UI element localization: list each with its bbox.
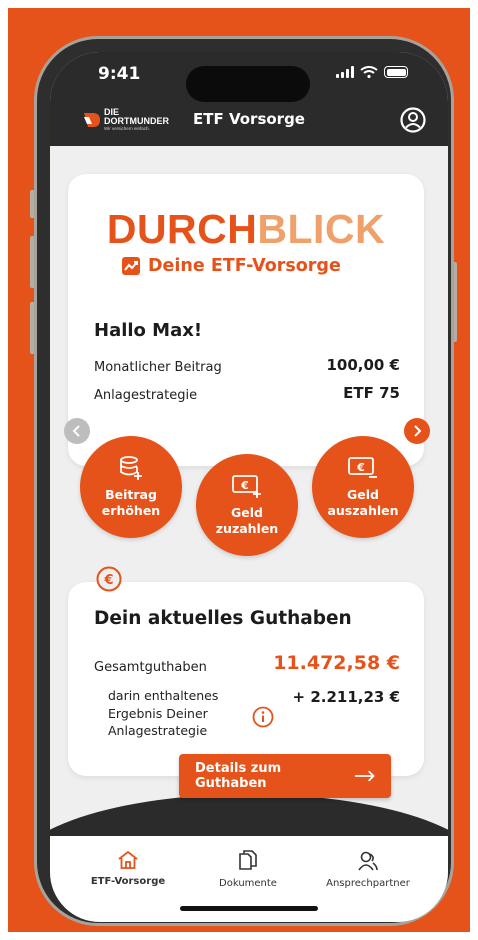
info-icon[interactable] xyxy=(252,706,274,728)
monthly-contribution-value: 100,00 € xyxy=(326,356,400,374)
euro-card-minus-icon: € xyxy=(348,456,377,478)
brand-title-part1: DURCH xyxy=(106,206,258,252)
svg-text:€: € xyxy=(240,479,249,492)
dynamic-island xyxy=(186,66,310,102)
brand-title: DURCHBLICK xyxy=(68,206,424,253)
database-plus-icon xyxy=(120,455,142,480)
tab-ansprechpartner[interactable]: Ansprechpartner xyxy=(308,850,428,889)
documents-icon xyxy=(239,850,257,870)
chevron-right-icon xyxy=(414,425,422,437)
withdraw-money-line1: Geld xyxy=(347,486,379,502)
status-time: 9:41 xyxy=(98,64,141,84)
svg-text:€: € xyxy=(356,461,365,474)
app-header: 9:41 DIE DORTMUNDER Wir versichern einfa… xyxy=(50,52,448,146)
brand-subtitle: Deine ETF-Vorsorge xyxy=(122,256,341,276)
balance-title: Dein aktuelles Guthaben xyxy=(94,608,352,629)
strategy-result-label-line2: Ergebnis Deiner xyxy=(108,705,208,721)
total-balance-value: 11.472,58 € xyxy=(273,652,400,674)
overview-card: DURCHBLICK Deine ETF-Vorsorge Hallo Max!… xyxy=(68,174,424,466)
chart-trend-icon xyxy=(122,257,140,275)
brand-title-part2: BLICK xyxy=(257,206,386,252)
withdraw-money-line2: auszahlen xyxy=(327,503,399,518)
user-circle-icon[interactable] xyxy=(400,107,426,133)
brand-subtitle-text: Deine ETF-Vorsorge xyxy=(148,256,341,276)
status-icons xyxy=(336,66,408,78)
strategy-result-value: + 2.211,23 € xyxy=(292,688,400,706)
home-indicator xyxy=(180,906,318,911)
balance-details-button[interactable]: Details zum Guthaben xyxy=(179,754,391,798)
svg-text:€: € xyxy=(103,573,113,588)
phone-screen: 9:41 DIE DORTMUNDER Wir versichern einfa… xyxy=(50,52,448,922)
deposit-money-button[interactable]: € Geld zuzahlen xyxy=(196,454,298,556)
arrow-right-icon xyxy=(354,770,375,782)
carousel-next-button[interactable] xyxy=(404,418,430,444)
page-title: ETF Vorsorge xyxy=(193,110,305,128)
tab-dokumente-label: Dokumente xyxy=(219,878,277,889)
greeting: Hallo Max! xyxy=(94,320,203,341)
increase-contribution-line1: Beitrag xyxy=(105,486,157,502)
home-icon xyxy=(118,850,138,869)
balance-card: Dein aktuelles Guthaben Gesamtguthaben 1… xyxy=(68,582,424,776)
wifi-icon xyxy=(360,66,378,78)
strategy-result-label: darin enthaltenes Ergebnis Deiner Anlage… xyxy=(108,687,218,740)
total-balance-label: Gesamtguthaben xyxy=(94,660,207,675)
strategy-result-label-line3: Anlagestrategie xyxy=(108,723,208,738)
tab-etf-vorsorge[interactable]: ETF-Vorsorge xyxy=(68,850,188,887)
tab-ansprechpartner-label: Ansprechpartner xyxy=(326,878,410,889)
monthly-contribution-label: Monatlicher Beitrag xyxy=(94,360,222,375)
carousel-prev-button[interactable] xyxy=(64,418,90,444)
deposit-money-line2: zuzahlen xyxy=(215,521,279,536)
contact-person-icon xyxy=(358,851,378,871)
increase-contribution-button[interactable]: Beitrag erhöhen xyxy=(80,436,182,538)
balance-details-label: Details zum Guthaben xyxy=(195,761,282,791)
deposit-money-line1: Geld xyxy=(231,504,263,520)
strategy-label: Anlagestrategie xyxy=(94,388,198,403)
euro-card-plus-icon: € xyxy=(232,474,261,498)
battery-icon xyxy=(384,66,408,78)
euro-circle-icon: € xyxy=(96,566,122,592)
strategy-value: ETF 75 xyxy=(343,384,400,402)
chevron-left-icon xyxy=(72,425,80,437)
withdraw-money-button[interactable]: € Geld auszahlen xyxy=(312,436,414,538)
signal-icon xyxy=(336,66,354,78)
increase-contribution-line2: erhöhen xyxy=(101,503,161,518)
strategy-result-label-line1: darin enthaltenes xyxy=(108,688,219,703)
tab-etf-vorsorge-label: ETF-Vorsorge xyxy=(90,876,166,887)
tab-dokumente[interactable]: Dokumente xyxy=(188,850,308,889)
